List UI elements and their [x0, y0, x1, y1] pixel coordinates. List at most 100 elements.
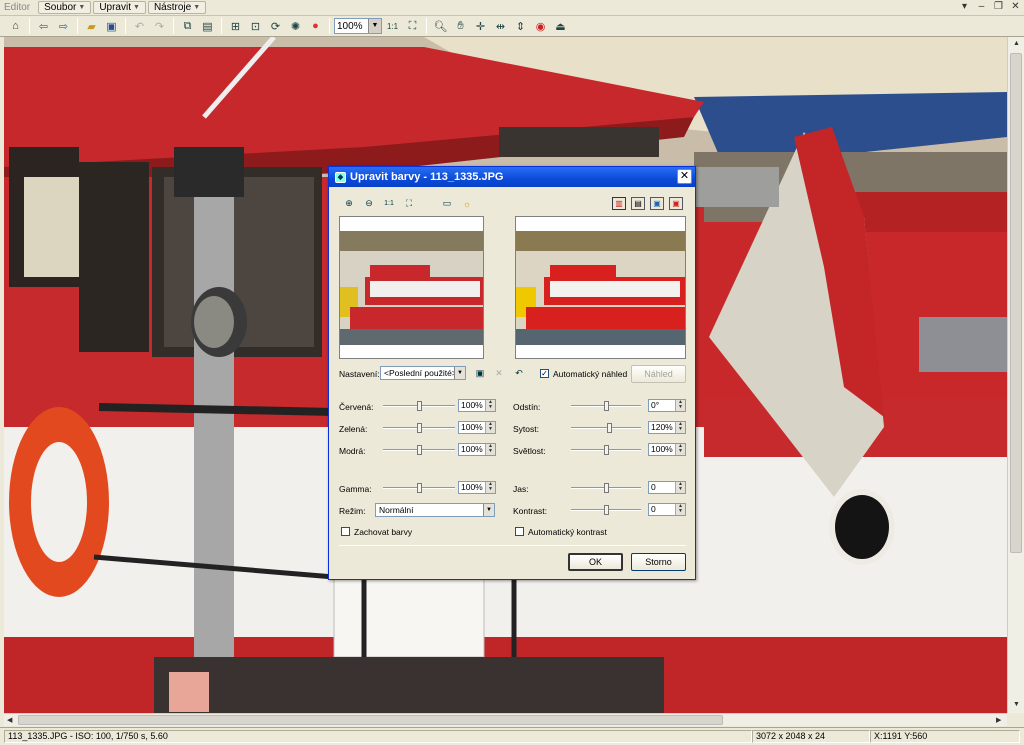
- lightness-slider[interactable]: [571, 445, 641, 455]
- zoom-icon[interactable]: 🔍︎: [431, 18, 450, 35]
- preview-button[interactable]: Náhled: [631, 365, 686, 383]
- auto-preview-checkbox[interactable]: ✓: [540, 369, 549, 378]
- stamp-icon[interactable]: ⏏: [551, 18, 570, 35]
- gamma-slider[interactable]: [383, 483, 455, 493]
- zoom-out-icon[interactable]: ⊖: [361, 196, 377, 211]
- open-folder-icon[interactable]: ▰: [82, 18, 101, 35]
- zoom-select[interactable]: 100% ▼: [334, 18, 382, 34]
- blue-input[interactable]: 100% ▲ ▼: [458, 443, 496, 456]
- close-icon[interactable]: ✕: [1009, 1, 1022, 14]
- spinner-icon[interactable]: ▲ ▼: [485, 422, 495, 433]
- delete-preset-icon[interactable]: ✕: [491, 366, 507, 381]
- split-horizontal-icon[interactable]: ▤: [631, 197, 645, 210]
- sun-icon[interactable]: ☼: [459, 196, 475, 211]
- ok-button[interactable]: OK: [568, 553, 623, 571]
- browser-icon[interactable]: ⌂: [6, 18, 25, 35]
- split-vertical-icon[interactable]: ▥: [612, 197, 626, 210]
- paste-icon[interactable]: ▤: [198, 18, 217, 35]
- save-icon[interactable]: ▣: [102, 18, 121, 35]
- slider-thumb[interactable]: [604, 401, 609, 411]
- fit-icon[interactable]: ⛶: [401, 196, 417, 211]
- green-slider[interactable]: [383, 423, 455, 433]
- minimize-icon[interactable]: –: [975, 1, 988, 14]
- restore-icon[interactable]: ❐: [992, 1, 1005, 14]
- contrast-slider[interactable]: [571, 505, 641, 515]
- undo-icon[interactable]: ↶: [130, 18, 149, 35]
- rotate-icon[interactable]: ⟳: [266, 18, 285, 35]
- sharpen-icon[interactable]: ✺: [286, 18, 305, 35]
- horizontal-scroll-thumb[interactable]: [18, 715, 723, 725]
- spinner-icon[interactable]: ▲ ▼: [675, 482, 685, 493]
- preview-original[interactable]: [339, 216, 484, 359]
- reset-icon[interactable]: ↶: [511, 366, 527, 381]
- resize-icon[interactable]: ⊞: [226, 18, 245, 35]
- slider-thumb[interactable]: [417, 483, 422, 493]
- menu-tools[interactable]: Nástroje ▼: [147, 1, 207, 14]
- saturation-input[interactable]: 120% ▲ ▼: [648, 421, 686, 434]
- redo-icon[interactable]: ↷: [150, 18, 169, 35]
- blue-slider[interactable]: [383, 445, 455, 455]
- red-eye-icon[interactable]: ◉: [531, 18, 550, 35]
- scroll-up-icon[interactable]: ▲: [1013, 40, 1020, 47]
- forward-icon[interactable]: ⇨: [54, 18, 73, 35]
- brightness-input[interactable]: 0 ▲ ▼: [648, 481, 686, 494]
- menu-arrow-icon[interactable]: ▾: [958, 1, 971, 14]
- red-input[interactable]: 100% ▲ ▼: [458, 399, 496, 412]
- slider-thumb[interactable]: [417, 423, 422, 433]
- scroll-down-icon[interactable]: ▼: [1013, 701, 1020, 708]
- spinner-icon[interactable]: ▲ ▼: [485, 444, 495, 455]
- vertical-scroll-thumb[interactable]: [1010, 53, 1022, 553]
- original-image-icon[interactable]: ▭: [439, 196, 455, 211]
- slider-thumb[interactable]: [417, 401, 422, 411]
- spinner-icon[interactable]: ▲ ▼: [485, 482, 495, 493]
- hand-icon[interactable]: ✋︎: [451, 18, 470, 35]
- copy-icon[interactable]: ⧉: [178, 18, 197, 35]
- slider-thumb[interactable]: [604, 445, 609, 455]
- lightness-input[interactable]: 100% ▲ ▼: [648, 443, 686, 456]
- slider-thumb[interactable]: [607, 423, 612, 433]
- fit-window-icon[interactable]: ⛶: [403, 18, 422, 35]
- menu-bar: Editor Soubor ▼ Upravit ▼ Nástroje ▼ ▾ – ❐ …: [0, 0, 1024, 16]
- crop-icon[interactable]: ⊡: [246, 18, 265, 35]
- spinner-icon[interactable]: ▲ ▼: [485, 400, 495, 411]
- red-slider[interactable]: [383, 401, 455, 411]
- spinner-icon[interactable]: ▲ ▼: [675, 444, 685, 455]
- flip-horizontal-icon[interactable]: ⇹: [491, 18, 510, 35]
- settings-select[interactable]: <Poslední použité> ▼: [380, 366, 466, 380]
- dialog-close-button[interactable]: ✕: [677, 169, 692, 184]
- color-wheel-icon[interactable]: ●: [306, 18, 325, 35]
- spinner-icon[interactable]: ▲ ▼: [675, 422, 685, 433]
- gamma-input[interactable]: 100% ▲ ▼: [458, 481, 496, 494]
- auto-contrast-checkbox[interactable]: [515, 527, 524, 536]
- spinner-icon[interactable]: ▲ ▼: [675, 504, 685, 515]
- slider-thumb[interactable]: [417, 445, 422, 455]
- single-view-icon[interactable]: ▣: [650, 197, 664, 210]
- brightness-slider[interactable]: [571, 483, 641, 493]
- slider-thumb[interactable]: [604, 505, 609, 515]
- hue-input[interactable]: 0° ▲ ▼: [648, 399, 686, 412]
- contrast-input[interactable]: 0 ▲ ▼: [648, 503, 686, 516]
- zoom-in-icon[interactable]: ⊕: [341, 196, 357, 211]
- crosshair-icon[interactable]: ✛: [471, 18, 490, 35]
- horizontal-scrollbar[interactable]: ◀ ▶: [4, 713, 1007, 726]
- vertical-scrollbar[interactable]: ▲ ▼: [1007, 37, 1024, 713]
- cancel-button[interactable]: Storno: [631, 553, 686, 571]
- spinner-icon[interactable]: ▲ ▼: [675, 400, 685, 411]
- slider-thumb[interactable]: [604, 483, 609, 493]
- save-preset-icon[interactable]: ▣: [472, 366, 488, 381]
- keep-colors-checkbox[interactable]: [341, 527, 350, 536]
- preview-result[interactable]: [515, 216, 686, 359]
- actual-size-icon[interactable]: 1:1: [381, 196, 397, 211]
- scroll-left-icon[interactable]: ◀: [7, 716, 12, 724]
- flip-vertical-icon[interactable]: ⇕: [511, 18, 530, 35]
- result-view-icon[interactable]: ▣: [669, 197, 683, 210]
- green-input[interactable]: 100% ▲ ▼: [458, 421, 496, 434]
- scroll-right-icon[interactable]: ▶: [996, 716, 1001, 724]
- back-icon[interactable]: ⇦: [34, 18, 53, 35]
- saturation-slider[interactable]: [571, 423, 641, 433]
- actual-size-icon[interactable]: 1:1: [383, 18, 402, 35]
- menu-edit[interactable]: Upravit ▼: [93, 1, 146, 14]
- mode-select[interactable]: Normální ▼: [375, 503, 495, 517]
- hue-slider[interactable]: [571, 401, 641, 411]
- menu-file[interactable]: Soubor ▼: [38, 1, 92, 14]
